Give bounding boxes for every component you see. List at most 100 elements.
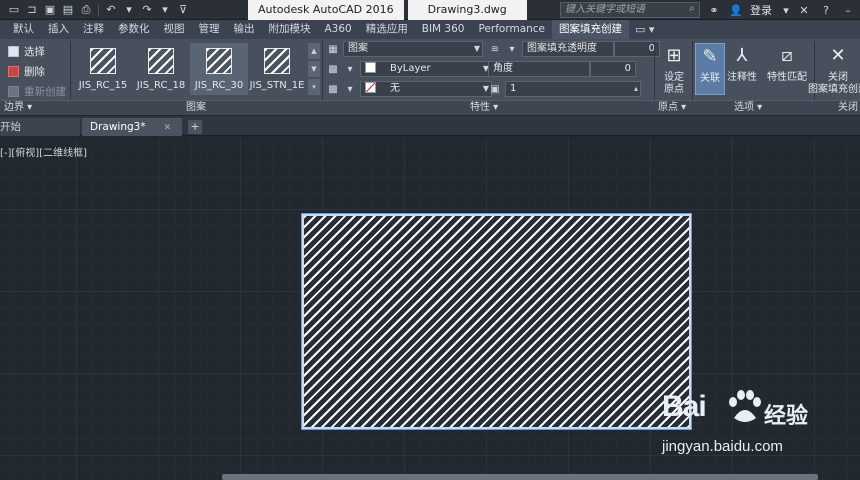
- chevron-down-icon[interactable]: ▾: [778, 2, 794, 18]
- transparency-slider[interactable]: 图案填充透明度: [522, 41, 614, 57]
- ribbon-tab-bar: 默认 插入 注释 参数化 视图 管理 输出 附加模块 A360 精选应用 BIM…: [0, 20, 860, 39]
- help-icon[interactable]: ?: [818, 2, 834, 18]
- pattern-swatch[interactable]: JIS_RC_18: [132, 43, 190, 95]
- undo-icon[interactable]: ↶: [103, 2, 119, 18]
- tab-output[interactable]: 输出: [227, 20, 262, 39]
- hatch-pattern-icon: [148, 48, 174, 74]
- origin-panel-title[interactable]: 原点 ▾: [658, 101, 686, 115]
- angle-row: 角度 0: [488, 61, 636, 77]
- drawing-tab[interactable]: Drawing3* ✕: [82, 118, 182, 136]
- pattern-swatch-selected[interactable]: JIS_RC_30: [190, 43, 248, 95]
- customize-toolbar-icon[interactable]: ⊽: [175, 2, 191, 18]
- login-link[interactable]: 登录: [750, 2, 772, 18]
- properties-panel-title[interactable]: 特性 ▾: [470, 101, 498, 115]
- tab-addins[interactable]: 附加模块: [262, 20, 318, 39]
- pattern-swatch[interactable]: JIS_RC_15: [74, 43, 132, 95]
- background-color-dropdown[interactable]: 无 ▼: [360, 81, 492, 97]
- recreate-boundary-icon: [8, 86, 19, 97]
- pattern-type-value: 图案: [348, 43, 368, 54]
- remove-boundary-label: 删除: [24, 66, 45, 78]
- associative-toggle[interactable]: ✎ 关联: [695, 43, 725, 95]
- search-input[interactable]: 键入关键字或短语: [560, 2, 700, 18]
- pattern-swatch[interactable]: JIS_STN_1E: [248, 43, 306, 95]
- pattern-type-dropdown[interactable]: 图案 ▼: [343, 41, 483, 57]
- hatch-color-dropdown[interactable]: ByLayer ▼: [360, 61, 492, 77]
- save-icon[interactable]: ▣: [42, 2, 58, 18]
- tab-a360[interactable]: A360: [318, 20, 359, 39]
- quick-access-toolbar: ▭ ⊐ ▣ ▤ ⎙ ↶ ▾ ↷ ▾ ⊽: [0, 2, 191, 18]
- binoculars-icon[interactable]: ⚭: [706, 2, 722, 18]
- hatched-rectangle[interactable]: [301, 213, 692, 430]
- recreate-boundary-button[interactable]: 重新创建: [8, 84, 66, 99]
- background-dropdown-icon[interactable]: ▾: [343, 82, 357, 96]
- boundary-panel-title-text: 边界: [4, 102, 24, 113]
- print-icon[interactable]: ⎙: [78, 2, 94, 18]
- pattern-swatch-label: JIS_STN_1E: [249, 80, 305, 91]
- scale-input[interactable]: 1 ▴: [505, 81, 641, 97]
- remove-boundary-button[interactable]: 删除: [8, 64, 45, 79]
- tab-featured-apps[interactable]: 精选应用: [359, 20, 415, 39]
- exchange-icon[interactable]: ✕: [796, 2, 812, 18]
- pattern-swatch-label: JIS_RC_18: [136, 80, 186, 91]
- minimize-icon[interactable]: –: [840, 2, 856, 18]
- set-origin-icon: ⊞: [666, 45, 682, 66]
- close-panel-title: 关闭: [838, 102, 858, 113]
- close-tab-icon[interactable]: ✕: [164, 123, 172, 133]
- tab-bim360[interactable]: BIM 360: [415, 20, 472, 39]
- scale-row: ▣ 1 ▴: [488, 81, 641, 97]
- color-dropdown-icon[interactable]: ▾: [343, 62, 357, 76]
- origin-panel-title-text: 原点: [658, 102, 678, 113]
- start-tab-label: 开始: [0, 121, 21, 133]
- close-hatch-creation-button[interactable]: ✕ 关闭 图案填充创建: [808, 43, 860, 96]
- start-tab[interactable]: 开始: [0, 118, 80, 136]
- options-panel-title-text: 选项: [734, 102, 754, 113]
- new-file-icon[interactable]: ▭: [6, 2, 22, 18]
- close-hatch-label: 关闭 图案填充创建: [808, 72, 860, 95]
- pattern-swatch-label: JIS_RC_30: [194, 80, 244, 91]
- chevron-down-icon: ▼: [473, 44, 480, 53]
- annotative-toggle[interactable]: ⅄ 注释性: [726, 43, 758, 84]
- tab-hatch-creation[interactable]: 图案填充创建: [552, 20, 630, 39]
- match-properties-label: 特性匹配: [767, 72, 807, 83]
- angle-input[interactable]: 0: [590, 61, 636, 77]
- expand-gallery-icon[interactable]: ▾: [308, 79, 320, 95]
- pattern-gallery-scroll: ▲ ▼ ▾: [308, 43, 320, 95]
- options-panel-title[interactable]: 选项 ▾: [734, 101, 762, 115]
- set-origin-button[interactable]: ⊞ 设定 原点: [658, 43, 690, 96]
- new-tab-button[interactable]: +: [188, 120, 202, 134]
- tab-parametric[interactable]: 参数化: [111, 20, 157, 39]
- watermark-brand-cn: 经验: [764, 404, 809, 429]
- match-properties-button[interactable]: ⧄ 特性匹配: [764, 43, 810, 84]
- search-icon[interactable]: ⌕: [686, 3, 698, 15]
- tab-view[interactable]: 视图: [157, 20, 192, 39]
- panel-title-bar: 边界 ▾ 图案 特性 ▾ 原点 ▾ 选项 ▾ 关闭: [0, 100, 860, 115]
- pattern-type-row: ▦ 图案 ▼: [326, 41, 483, 57]
- no-color-swatch: [365, 82, 376, 93]
- undo-dropdown-icon[interactable]: ▾: [121, 2, 137, 18]
- ribbon-display-toggle-icon[interactable]: ▭ ▾: [629, 20, 660, 39]
- scroll-up-icon[interactable]: ▲: [308, 43, 320, 59]
- associative-icon: ✎: [702, 46, 718, 67]
- redo-dropdown-icon[interactable]: ▾: [157, 2, 173, 18]
- tab-performance[interactable]: Performance: [471, 20, 552, 39]
- save-as-icon[interactable]: ▤: [60, 2, 76, 18]
- drawing-tab-label: Drawing3*: [90, 121, 146, 133]
- toolbar-divider: [98, 3, 99, 16]
- tab-annotate[interactable]: 注释: [76, 20, 111, 39]
- boundary-panel-title[interactable]: 边界 ▾: [4, 101, 32, 115]
- angle-slider[interactable]: 角度: [488, 61, 590, 77]
- open-file-icon[interactable]: ⊐: [24, 2, 40, 18]
- layer-dropdown-icon[interactable]: ▾: [505, 42, 519, 56]
- user-icon[interactable]: 👤: [728, 2, 744, 18]
- remove-boundary-icon: [8, 66, 19, 77]
- tab-default[interactable]: 默认: [6, 20, 41, 39]
- pick-points-button[interactable]: 选择: [8, 44, 45, 59]
- viewport-controls-label[interactable]: [-][俯视][二维线框]: [0, 144, 87, 159]
- tab-insert[interactable]: 插入: [41, 20, 76, 39]
- redo-icon[interactable]: ↷: [139, 2, 155, 18]
- scroll-down-icon[interactable]: ▼: [308, 61, 320, 77]
- horizontal-scrollbar[interactable]: [222, 474, 818, 480]
- match-properties-icon: ⧄: [781, 45, 793, 66]
- transparency-row: ≋ ▾ 图案填充透明度 0: [488, 41, 660, 57]
- tab-manage[interactable]: 管理: [192, 20, 227, 39]
